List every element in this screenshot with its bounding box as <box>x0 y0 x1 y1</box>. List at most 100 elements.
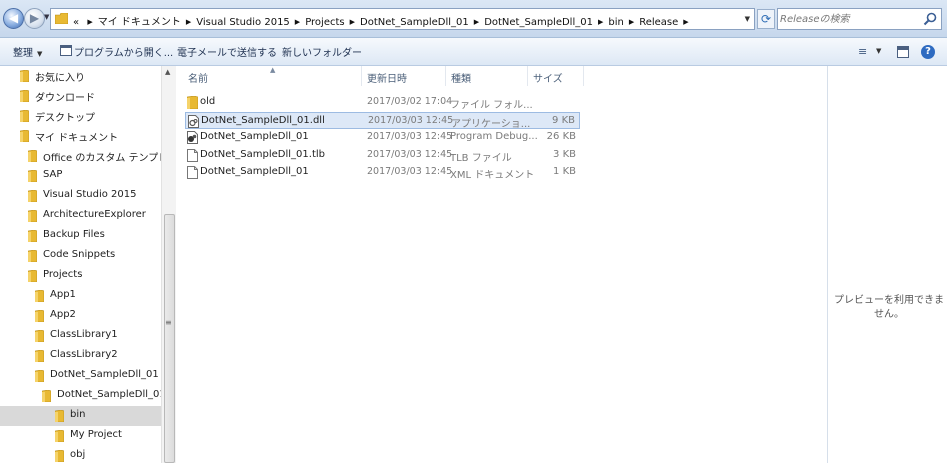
help-icon[interactable]: ? <box>921 45 935 59</box>
nav-tree-item[interactable]: Backup Files <box>0 226 161 246</box>
column-header-size[interactable]: サイズ <box>533 70 563 88</box>
nav-tree-item[interactable]: SAP <box>0 166 161 186</box>
nav-tree-item[interactable]: App2 <box>0 306 161 326</box>
column-divider[interactable] <box>583 66 584 86</box>
breadcrumb-chevron-icon[interactable]: ▶ <box>474 18 479 26</box>
folder-icon-wrap <box>35 366 44 386</box>
column-header-type[interactable]: 種類 <box>451 70 471 88</box>
scrollbar-thumb[interactable] <box>164 214 175 463</box>
breadcrumb-chevron-icon[interactable]: ▶ <box>295 18 300 26</box>
file-size: 26 KB <box>546 131 576 142</box>
dll-file-icon <box>188 114 199 128</box>
forward-button[interactable]: ▶ <box>24 8 45 29</box>
breadcrumb[interactable]: « ▶ マイ ドキュメント ▶ Visual Studio 2015 ▶ Projects… <box>50 8 755 30</box>
column-divider[interactable] <box>527 66 528 86</box>
view-options-icon[interactable]: ≡ <box>858 45 867 58</box>
folder-icon-wrap <box>28 266 37 286</box>
preview-pane: プレビューを利用できません。 <box>827 66 947 463</box>
nav-tree-label: ClassLibrary2 <box>50 349 118 360</box>
nav-tree-item[interactable]: obj <box>0 446 161 463</box>
folder-icon <box>28 270 37 282</box>
search-icon[interactable] <box>923 12 937 26</box>
breadcrumb-item[interactable]: マイ ドキュメント <box>98 13 181 28</box>
file-name: DotNet_SampleDll_01.dll <box>201 114 325 126</box>
folder-icon <box>20 90 29 102</box>
file-row[interactable]: DotNet_SampleDll_01.dll 2017/03/03 12:45 ア… <box>185 111 580 130</box>
folder-icon-wrap <box>28 246 37 266</box>
column-divider[interactable] <box>361 66 362 86</box>
nav-tree-label: ダウンロード <box>35 93 95 104</box>
breadcrumb-item[interactable]: Release <box>639 17 678 28</box>
email-button[interactable]: 電子メールで送信する <box>177 44 277 59</box>
folder-icon <box>55 410 64 422</box>
nav-tree-item[interactable]: App1 <box>0 286 161 306</box>
organize-label: 整理 <box>13 48 33 59</box>
breadcrumb-chevron-icon[interactable]: ▶ <box>87 18 92 26</box>
nav-tree-label: Office のカスタム テンプレート <box>43 153 176 164</box>
command-bar: 整理 ▼ プログラムから開く... 電子メールで送信する 新しいフォルダー <box>0 38 947 66</box>
nav-tree-item[interactable]: ダウンロード <box>0 86 161 106</box>
nav-tree-item[interactable]: Code Snippets <box>0 246 161 266</box>
nav-tree-item[interactable]: Office のカスタム テンプレート <box>0 146 175 166</box>
nav-tree-item[interactable]: ClassLibrary2 <box>0 346 161 366</box>
nav-tree-item[interactable]: マイ ドキュメント <box>0 126 161 146</box>
breadcrumb-overflow[interactable]: « <box>73 17 79 28</box>
folder-icon-wrap <box>35 306 44 326</box>
nav-tree-item[interactable]: DotNet_SampleDll_01 <box>0 366 161 386</box>
nav-tree-item[interactable]: bin <box>0 406 161 426</box>
breadcrumb-item[interactable]: Visual Studio 2015 <box>196 17 290 28</box>
scroll-up-icon[interactable]: ▲ <box>165 68 170 76</box>
nav-tree-item[interactable]: My Project <box>0 426 161 446</box>
folder-icon <box>187 96 198 109</box>
breadcrumb-chevron-icon[interactable]: ▶ <box>186 18 191 26</box>
nav-tree-label: ArchitectureExplorer <box>43 209 146 220</box>
file-row[interactable]: DotNet_SampleDll_01 2017/03/03 12:45 Progr… <box>185 129 580 146</box>
breadcrumb-chevron-icon[interactable]: ▶ <box>683 18 688 26</box>
email-label: 電子メールで送信する <box>177 48 277 59</box>
file-type: XML ドキュメント <box>450 170 535 181</box>
folder-icon-wrap <box>35 346 44 366</box>
open-with-button[interactable]: プログラムから開く... <box>74 44 173 59</box>
folder-icon <box>20 130 29 142</box>
nav-tree-item[interactable]: デスクトップ <box>0 106 161 126</box>
sort-indicator-icon: ▲ <box>270 66 276 74</box>
column-divider[interactable] <box>445 66 446 86</box>
address-history-dropdown[interactable]: ▼ <box>745 15 750 23</box>
organize-button[interactable]: 整理 ▼ <box>13 44 42 59</box>
folder-icon <box>55 450 64 462</box>
nav-tree-label: App2 <box>50 309 76 320</box>
new-folder-button[interactable]: 新しいフォルダー <box>282 44 362 59</box>
file-row[interactable]: DotNet_SampleDll_01.tlb 2017/03/03 12:45 T… <box>185 147 580 164</box>
nav-tree-item[interactable]: Visual Studio 2015 <box>0 186 161 206</box>
nav-tree-item[interactable]: DotNet_SampleDll_01 <box>0 386 166 406</box>
nav-tree-item[interactable]: ArchitectureExplorer <box>0 206 161 226</box>
back-button[interactable]: ◀ <box>3 8 24 29</box>
file-size: 3 KB <box>553 148 576 160</box>
file-row[interactable]: old 2017/03/02 17:04 ファイル フォル... <box>185 94 580 111</box>
nav-tree-item[interactable]: ClassLibrary1 <box>0 326 161 346</box>
recent-pages-dropdown[interactable]: ▼ <box>44 13 49 21</box>
breadcrumb-chevron-icon[interactable]: ▶ <box>350 18 355 26</box>
file-date: 2017/03/03 12:45 <box>367 131 453 142</box>
breadcrumb-chevron-icon[interactable]: ▶ <box>629 18 634 26</box>
search-input[interactable] <box>780 11 918 27</box>
file-row[interactable]: DotNet_SampleDll_01 2017/03/03 12:45 XML ド… <box>185 164 580 181</box>
file-name: DotNet_SampleDll_01 <box>200 166 309 177</box>
file-list: ▲ 名前 更新日時 種類 サイズ old 2017/03/02 17:04 ファイル… <box>177 66 827 463</box>
column-header-date[interactable]: 更新日時 <box>367 70 407 88</box>
breadcrumb-item[interactable]: DotNet_SampleDll_01 <box>360 17 469 28</box>
folder-icon-wrap <box>55 446 64 463</box>
breadcrumb-item[interactable]: bin <box>608 17 623 28</box>
navigation-scrollbar[interactable]: ▲ ≡ <box>161 66 176 463</box>
breadcrumb-item[interactable]: DotNet_SampleDll_01 <box>484 17 593 28</box>
nav-tree-item[interactable]: お気に入り <box>0 66 161 86</box>
refresh-button[interactable]: ⟳ <box>757 9 775 29</box>
column-header-name[interactable]: 名前 <box>188 70 208 88</box>
breadcrumb-item[interactable]: Projects <box>305 17 344 28</box>
preview-pane-toggle-icon[interactable] <box>897 46 909 58</box>
breadcrumb-chevron-icon[interactable]: ▶ <box>598 18 603 26</box>
address-bar-area: ◀ ▶ ▼ « ▶ マイ ドキュメント ▶ Visual Studio 2015 ▶ Pr… <box>0 0 947 38</box>
view-dropdown-icon[interactable]: ▼ <box>876 47 881 55</box>
folder-icon <box>28 170 37 182</box>
nav-tree-item[interactable]: Projects <box>0 266 161 286</box>
